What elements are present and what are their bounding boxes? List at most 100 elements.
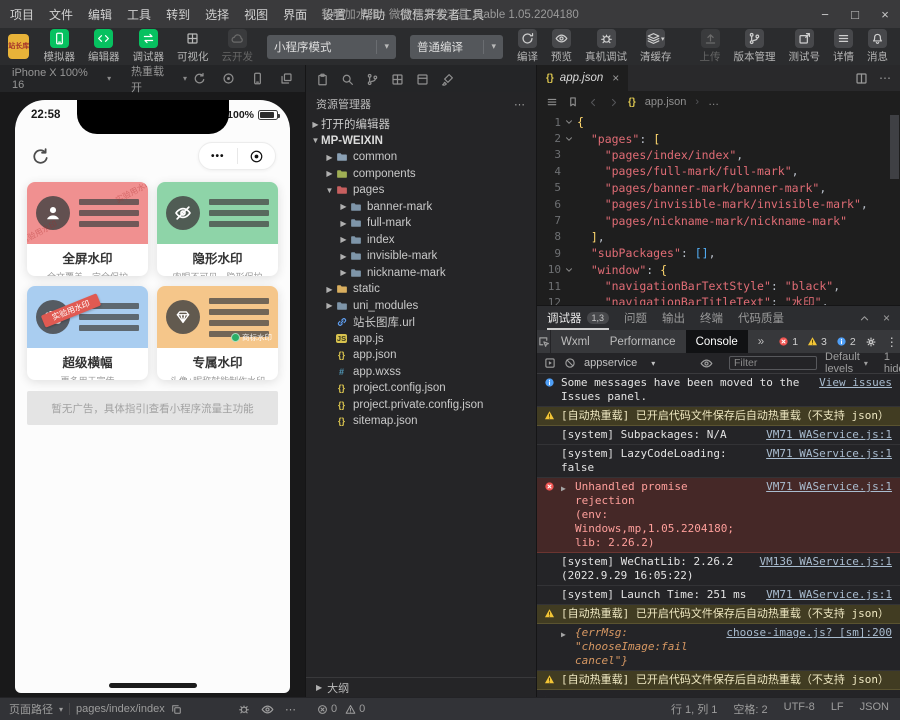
clear-console-icon[interactable] bbox=[564, 357, 576, 369]
minimize-button[interactable]: − bbox=[810, 0, 840, 28]
device-select[interactable]: iPhone X 100% 16 bbox=[12, 67, 101, 91]
debugger-tab-终端[interactable]: 终端 bbox=[700, 306, 723, 330]
context-select[interactable]: appservice ▾ bbox=[584, 357, 692, 369]
code-line[interactable]: 9 "subPackages": [], bbox=[537, 245, 900, 261]
tree-item-static[interactable]: ▶static bbox=[306, 281, 536, 298]
outline-section[interactable]: ▶ 大纲 bbox=[306, 677, 536, 697]
menu-编辑[interactable]: 编辑 bbox=[88, 6, 112, 23]
source-link[interactable]: VM71 WAService.js:1 bbox=[766, 480, 892, 494]
branch-icon[interactable] bbox=[366, 71, 379, 85]
version-button[interactable]: 版本管理 bbox=[734, 29, 776, 64]
code-line[interactable]: 2 "pages": [ bbox=[537, 130, 900, 146]
device-frame-icon[interactable] bbox=[251, 72, 264, 85]
tree-item-sitemap.json[interactable]: {}sitemap.json bbox=[306, 413, 536, 430]
console-row-log[interactable]: [system] Subpackages: N/AVM71 WAService.… bbox=[537, 426, 900, 445]
code-line[interactable]: 6 "pages/invisible-mark/invisible-mark", bbox=[537, 196, 900, 212]
compile-button[interactable]: 编译 bbox=[517, 29, 538, 64]
split-editor-icon[interactable] bbox=[855, 71, 868, 85]
eye-icon[interactable] bbox=[700, 357, 713, 370]
preview-button[interactable]: 预览 bbox=[551, 29, 572, 64]
tree-item-app.js[interactable]: JSapp.js bbox=[306, 331, 536, 348]
console-row-error[interactable]: ▶Unhandled promise rejection(env: Window… bbox=[537, 478, 900, 553]
more-icon[interactable]: ⋯ bbox=[514, 98, 526, 111]
tree-item-MP-WEIXIN[interactable]: ▼MP-WEIXIN bbox=[306, 133, 536, 150]
inspect-icon[interactable] bbox=[537, 330, 551, 353]
screenshot-icon[interactable] bbox=[222, 72, 235, 85]
close-icon[interactable]: × bbox=[883, 311, 890, 325]
banner-card[interactable]: 实验用水印超级横幅更多用于宣传 bbox=[27, 286, 148, 380]
restart-icon[interactable] bbox=[193, 72, 206, 85]
mode-select[interactable]: 小程序模式 ▾ bbox=[267, 35, 396, 59]
refresh-icon[interactable] bbox=[31, 147, 50, 166]
tree-item-full-mark[interactable]: ▶full-mark bbox=[306, 215, 536, 232]
source-link[interactable]: View issues bbox=[819, 376, 892, 390]
invisible-card[interactable]: 隐形水印肉眼不可见，隐形保护 bbox=[157, 182, 278, 276]
exclusive-card[interactable]: 商标水印专属水印头像+昵称就能制作水印 bbox=[157, 286, 278, 380]
console-row-log[interactable]: [system] LazyCodeLoading: falseVM71 WASe… bbox=[537, 445, 900, 478]
debugger-tab-输出[interactable]: 输出 bbox=[662, 306, 685, 330]
details-button[interactable]: 详情 bbox=[833, 29, 854, 64]
code-line[interactable]: 4 "pages/full-mark/full-mark", bbox=[537, 163, 900, 179]
close-icon[interactable]: × bbox=[612, 71, 619, 85]
devtools-tab-Wxml[interactable]: Wxml bbox=[551, 330, 600, 353]
full-screen-card[interactable]: 实验用水印实验用水印全屏水印全文覆盖，完全保护 bbox=[27, 182, 148, 276]
simulator-button[interactable]: 模拟器 bbox=[43, 29, 75, 64]
tab-app-json[interactable]: {} app.json × bbox=[537, 65, 628, 91]
bookmark-icon[interactable] bbox=[567, 96, 579, 108]
breadcrumb-tail[interactable]: … bbox=[708, 96, 719, 108]
status-item[interactable]: 空格: 2 bbox=[733, 701, 767, 717]
tree-item-nickname-mark[interactable]: ▶nickname-mark bbox=[306, 265, 536, 282]
detach-window-icon[interactable] bbox=[280, 72, 293, 85]
console-row-warning[interactable]: [自动热重载] 已开启代码文件保存后自动热重载（不支持 json） bbox=[537, 605, 900, 624]
console-row-object[interactable]: ▶{errMsg: "chooseImage:fail cancel"}choo… bbox=[537, 624, 900, 671]
eye-icon[interactable] bbox=[261, 703, 274, 716]
console-row-log[interactable]: [system] WeChatLib: 2.26.2 (2022.9.29 16… bbox=[537, 553, 900, 586]
top-frame-icon[interactable] bbox=[544, 357, 556, 369]
source-link[interactable]: VM71 WAService.js:1 bbox=[766, 447, 892, 461]
tree-item-pages[interactable]: ▼pages bbox=[306, 182, 536, 199]
menu-工具[interactable]: 工具 bbox=[127, 6, 151, 23]
exit-button[interactable] bbox=[238, 149, 276, 164]
error-counter[interactable]: 1 bbox=[778, 336, 798, 348]
testid-button[interactable]: 测试号 bbox=[789, 29, 821, 64]
status-item[interactable]: JSON bbox=[860, 701, 889, 717]
tree-item-打开的编辑器[interactable]: ▶打开的编辑器 bbox=[306, 116, 536, 133]
forward-icon[interactable] bbox=[608, 96, 619, 108]
outline-list-icon[interactable] bbox=[546, 96, 558, 108]
debugger-button[interactable]: 调试器 bbox=[132, 29, 164, 64]
devtools-tab-Performance[interactable]: Performance bbox=[600, 330, 686, 353]
problem-counters[interactable]: 0 0 bbox=[305, 703, 365, 715]
tree-item-project.private.config.json[interactable]: {}project.private.config.json bbox=[306, 397, 536, 414]
menu-视图[interactable]: 视图 bbox=[244, 6, 268, 23]
debugger-tab-调试器[interactable]: 调试器1,3 bbox=[547, 306, 609, 330]
code-line[interactable]: 10 "window": { bbox=[537, 262, 900, 278]
window-split-icon[interactable] bbox=[416, 71, 429, 85]
menu-选择[interactable]: 选择 bbox=[205, 6, 229, 23]
clear-cache-button[interactable]: ▾清缓存 bbox=[640, 29, 672, 64]
tree-item-index[interactable]: ▶index bbox=[306, 232, 536, 249]
tree-item-invisible-mark[interactable]: ▶invisible-mark bbox=[306, 248, 536, 265]
code-line[interactable]: 11 "navigationBarTextStyle": "black", bbox=[537, 278, 900, 294]
back-icon[interactable] bbox=[588, 96, 599, 108]
code-line[interactable]: 7 "pages/nickname-mark/nickname-mark" bbox=[537, 212, 900, 228]
code-area[interactable]: 1{2 "pages": [3 "pages/index/index",4 "p… bbox=[537, 113, 900, 305]
menu-项目[interactable]: 项目 bbox=[10, 6, 34, 23]
info-counter[interactable]: 2 bbox=[836, 336, 856, 348]
tree-item-app.wxss[interactable]: #app.wxss bbox=[306, 364, 536, 381]
source-link[interactable]: VM71 WAService.js:1 bbox=[766, 588, 892, 602]
search-icon[interactable] bbox=[341, 71, 354, 85]
warning-counter[interactable]: 3 bbox=[807, 336, 827, 348]
menu-文件[interactable]: 文件 bbox=[49, 6, 73, 23]
tree-item-common[interactable]: ▶common bbox=[306, 149, 536, 166]
page-path-select[interactable]: 页面路径 bbox=[9, 701, 53, 717]
console-filter-input[interactable] bbox=[729, 356, 817, 370]
tree-item-project.config.json[interactable]: {}project.config.json bbox=[306, 380, 536, 397]
code-line[interactable]: 5 "pages/banner-mark/banner-mark", bbox=[537, 180, 900, 196]
user-avatar[interactable]: 站长库 bbox=[8, 34, 29, 59]
device-debug-button[interactable]: 真机调试 bbox=[585, 29, 627, 64]
compile-mode-select[interactable]: 普通编译 ▾ bbox=[410, 35, 503, 59]
more-icon[interactable]: ⋯ bbox=[879, 71, 891, 85]
code-line[interactable]: 3 "pages/index/index", bbox=[537, 147, 900, 163]
devtools-tab-Console[interactable]: Console bbox=[686, 330, 748, 353]
console-prompt[interactable]: > bbox=[537, 690, 900, 697]
